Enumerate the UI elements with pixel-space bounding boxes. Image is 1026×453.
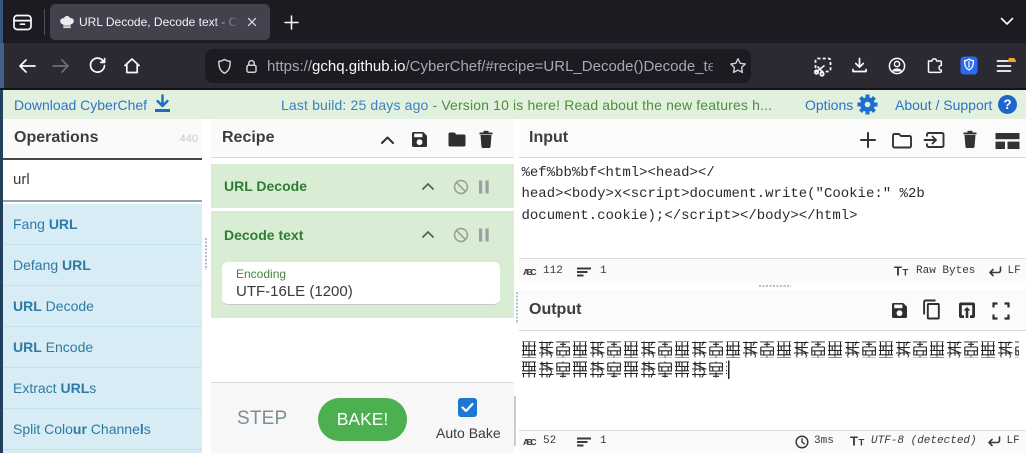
- svg-text:?: ?: [1003, 97, 1011, 112]
- svg-text:T: T: [850, 434, 858, 448]
- svg-text:ABC: ABC: [523, 438, 537, 446]
- svg-text:T: T: [903, 268, 909, 279]
- svg-text:T: T: [894, 264, 902, 278]
- svg-text:T: T: [859, 438, 865, 449]
- svg-text:ABC: ABC: [523, 268, 537, 276]
